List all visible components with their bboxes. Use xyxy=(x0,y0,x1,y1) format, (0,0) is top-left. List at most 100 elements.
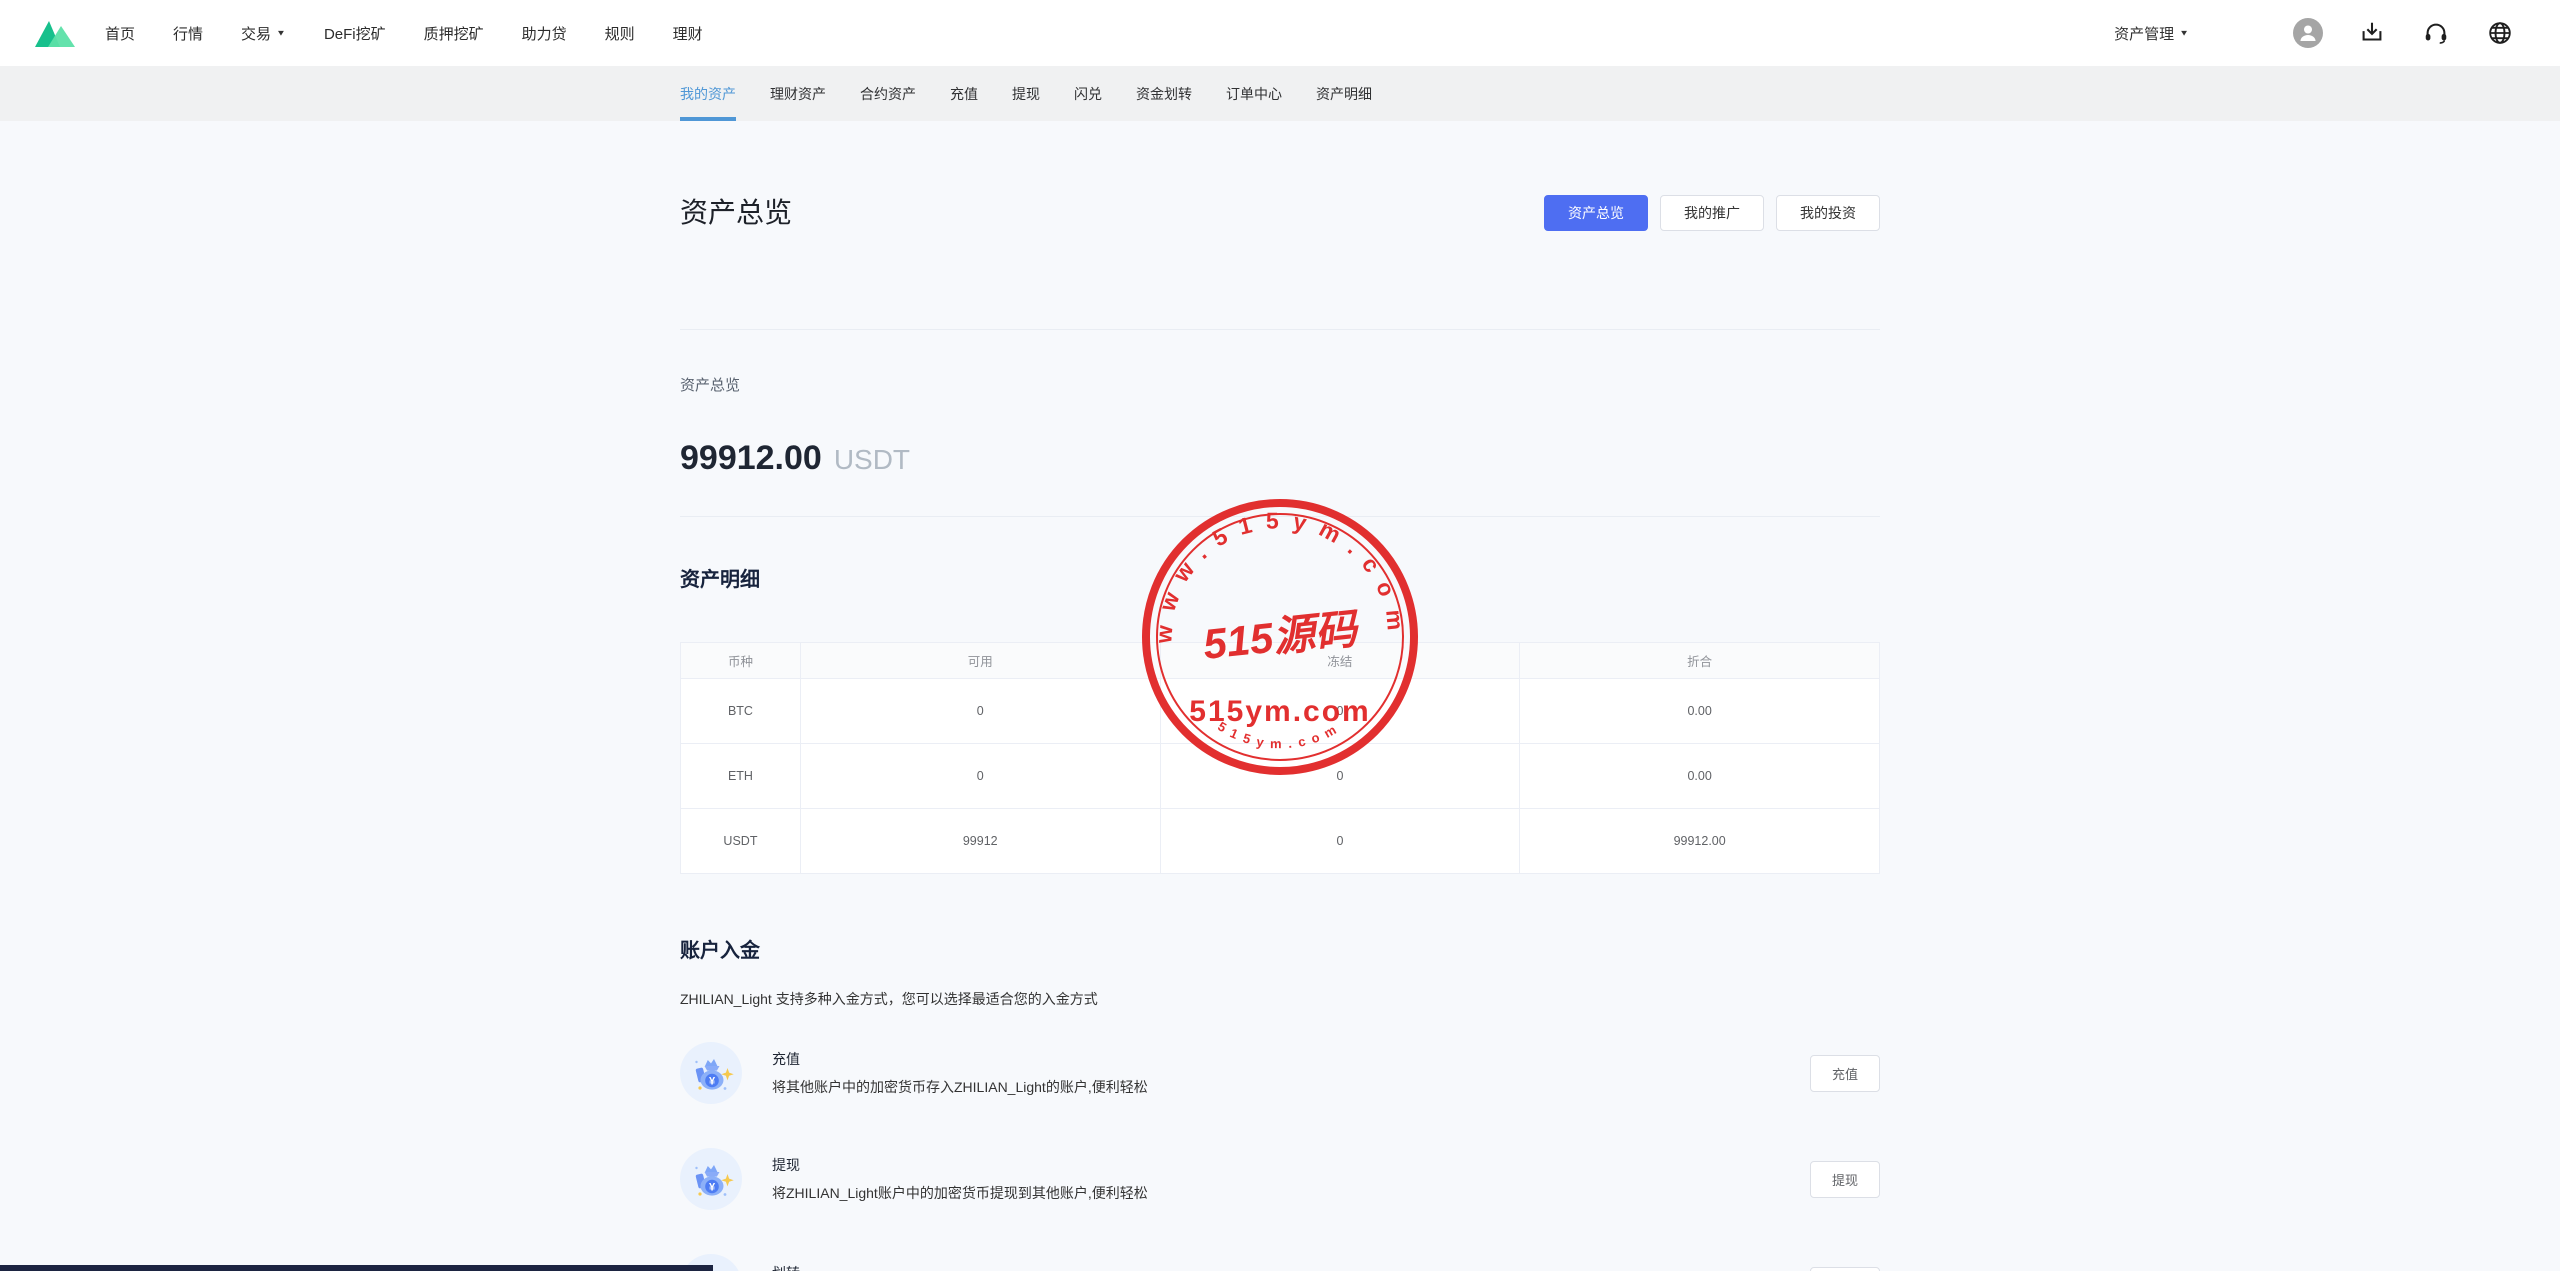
brand-logo-icon[interactable] xyxy=(33,17,77,49)
user-avatar[interactable] xyxy=(2293,18,2323,48)
deposit-item-title: 充值 xyxy=(772,1049,1810,1069)
list-item-transfer: ¥ 划转 划转 xyxy=(680,1254,1880,1271)
transfer-button[interactable]: 划转 xyxy=(1810,1267,1880,1271)
nav-item-home[interactable]: 首页 xyxy=(105,23,135,44)
table-cell-available: 99912 xyxy=(800,809,1160,874)
tab-asset-details[interactable]: 资产明细 xyxy=(1316,66,1372,121)
svg-text:¥: ¥ xyxy=(709,1076,716,1088)
nav-item-trade[interactable]: 交易▼ xyxy=(241,23,286,44)
nav-item-label: 规则 xyxy=(605,23,635,44)
table-header-frozen: 冻结 xyxy=(1160,643,1520,679)
list-item-text: 充值 将其他账户中的加密货币存入ZHILIAN_Light的账户,便利轻松 xyxy=(772,1049,1810,1097)
table-cell-equivalent: 0.00 xyxy=(1520,679,1880,744)
withdraw-item-title: 提现 xyxy=(772,1155,1810,1175)
table-row: BTC 0 0 0.00 xyxy=(681,679,1880,744)
assets-detail-heading: 资产明细 xyxy=(680,563,1880,592)
tab-label: 提现 xyxy=(1012,84,1040,104)
chevron-down-icon: ▼ xyxy=(2179,29,2189,38)
nav-item-label: DeFi挖矿 xyxy=(324,23,386,44)
tab-label: 充值 xyxy=(950,84,978,104)
assets-table: 币种 可用 冻结 折合 BTC 0 0 0.00 ETH 0 0 0.00 US… xyxy=(680,642,1880,874)
asset-overview-button[interactable]: 资产总览 xyxy=(1544,195,1648,231)
tab-order-center[interactable]: 订单中心 xyxy=(1226,66,1282,121)
table-cell-frozen: 0 xyxy=(1160,679,1520,744)
tab-fund-transfer[interactable]: 资金划转 xyxy=(1136,66,1192,121)
divider xyxy=(680,516,1880,517)
balance-amount: 99912.00 xyxy=(680,439,822,478)
nav-item-label: 理财 xyxy=(673,23,703,44)
table-cell-coin: BTC xyxy=(681,679,801,744)
nav-item-label: 交易 xyxy=(241,23,271,44)
nav-item-defi-mining[interactable]: DeFi挖矿 xyxy=(324,23,386,44)
transfer-item-title: 划转 xyxy=(772,1263,1810,1271)
table-cell-equivalent: 0.00 xyxy=(1520,744,1880,809)
overview-section-label: 资产总览 xyxy=(680,374,1880,395)
nav-item-label: 行情 xyxy=(173,23,203,44)
list-item-deposit: ¥ 充值 将其他账户中的加密货币存入ZHILIAN_Light的账户,便利轻松 … xyxy=(680,1042,1880,1104)
balance-currency: USDT xyxy=(834,444,910,476)
tab-label: 闪兑 xyxy=(1074,84,1102,104)
language-switch-button[interactable] xyxy=(2485,18,2515,48)
table-header-available: 可用 xyxy=(800,643,1160,679)
list-item-text: 划转 xyxy=(772,1263,1810,1271)
deposit-item-description: 将其他账户中的加密货币存入ZHILIAN_Light的账户,便利轻松 xyxy=(772,1077,1810,1097)
download-app-button[interactable] xyxy=(2357,18,2387,48)
account-deposit-heading: 账户入金 xyxy=(680,934,1880,963)
table-cell-coin: USDT xyxy=(681,809,801,874)
page-header: 资产总览 资产总览 我的推广 我的投资 xyxy=(680,121,1880,233)
tab-my-assets[interactable]: 我的资产 xyxy=(680,66,736,121)
table-header-row: 币种 可用 冻结 折合 xyxy=(681,643,1880,679)
nav-item-boost-loan[interactable]: 助力贷 xyxy=(522,23,567,44)
nav-item-label: 首页 xyxy=(105,23,135,44)
table-header-equivalent: 折合 xyxy=(1520,643,1880,679)
list-item-text: 提现 将ZHILIAN_Light账户中的加密货币提现到其他账户,便利轻松 xyxy=(772,1155,1810,1203)
my-investment-button[interactable]: 我的投资 xyxy=(1776,195,1880,231)
nav-item-rules[interactable]: 规则 xyxy=(605,23,635,44)
tab-label: 资产明细 xyxy=(1316,84,1372,104)
withdraw-item-description: 将ZHILIAN_Light账户中的加密货币提现到其他账户,便利轻松 xyxy=(772,1183,1810,1203)
navbar-right: 资产管理 ▼ xyxy=(2114,18,2515,48)
globe-icon xyxy=(2486,19,2514,47)
table-cell-available: 0 xyxy=(800,744,1160,809)
list-item-withdraw: ¥ 提现 将ZHILIAN_Light账户中的加密货币提现到其他账户,便利轻松 … xyxy=(680,1148,1880,1210)
table-row: USDT 99912 0 99912.00 xyxy=(681,809,1880,874)
nav-item-staking-mining[interactable]: 质押挖矿 xyxy=(424,23,484,44)
tab-deposit[interactable]: 充值 xyxy=(950,66,978,121)
nav-item-label: 质押挖矿 xyxy=(424,23,484,44)
tab-label: 我的资产 xyxy=(680,84,736,104)
tab-label: 资金划转 xyxy=(1136,84,1192,104)
money-bag-icon: ¥ xyxy=(680,1042,742,1104)
tab-label: 订单中心 xyxy=(1226,84,1282,104)
tab-label: 理财资产 xyxy=(770,84,826,104)
tab-contract-assets[interactable]: 合约资产 xyxy=(860,66,916,121)
main-content: 资产总览 资产总览 我的推广 我的投资 资产总览 99912.00 USDT 资… xyxy=(680,121,1880,1271)
nav-item-wealth[interactable]: 理财 xyxy=(673,23,703,44)
page-title: 资产总览 xyxy=(680,193,1544,233)
asset-tabbar: 我的资产 理财资产 合约资产 充值 提现 闪兑 资金划转 订单中心 资产明细 xyxy=(0,66,2560,121)
deposit-button[interactable]: 充值 xyxy=(1810,1055,1880,1092)
total-balance: 99912.00 USDT xyxy=(680,439,1880,478)
table-cell-available: 0 xyxy=(800,679,1160,744)
customer-support-button[interactable] xyxy=(2421,18,2451,48)
download-icon xyxy=(2358,19,2386,47)
tab-label: 合约资产 xyxy=(860,84,916,104)
table-cell-equivalent: 99912.00 xyxy=(1520,809,1880,874)
tab-wealth-assets[interactable]: 理财资产 xyxy=(770,66,826,121)
table-header-coin: 币种 xyxy=(681,643,801,679)
top-navbar: 首页 行情 交易▼ DeFi挖矿 质押挖矿 助力贷 规则 理财 资产管理 ▼ xyxy=(0,0,2560,66)
divider xyxy=(680,329,1880,330)
nav-item-label: 助力贷 xyxy=(522,23,567,44)
table-row: ETH 0 0 0.00 xyxy=(681,744,1880,809)
asset-management-dropdown[interactable]: 资产管理 ▼ xyxy=(2114,23,2189,44)
my-referral-button[interactable]: 我的推广 xyxy=(1660,195,1764,231)
nav-item-markets[interactable]: 行情 xyxy=(173,23,203,44)
table-cell-frozen: 0 xyxy=(1160,744,1520,809)
footer-edge-strip xyxy=(0,1265,713,1271)
user-avatar-icon xyxy=(2293,18,2323,48)
deposit-method-list: ¥ 充值 将其他账户中的加密货币存入ZHILIAN_Light的账户,便利轻松 … xyxy=(680,1042,1880,1271)
view-switch-buttons: 资产总览 我的推广 我的投资 xyxy=(1544,195,1880,231)
asset-management-label: 资产管理 xyxy=(2114,23,2174,44)
tab-flash-swap[interactable]: 闪兑 xyxy=(1074,66,1102,121)
withdraw-button[interactable]: 提现 xyxy=(1810,1161,1880,1198)
tab-withdraw[interactable]: 提现 xyxy=(1012,66,1040,121)
